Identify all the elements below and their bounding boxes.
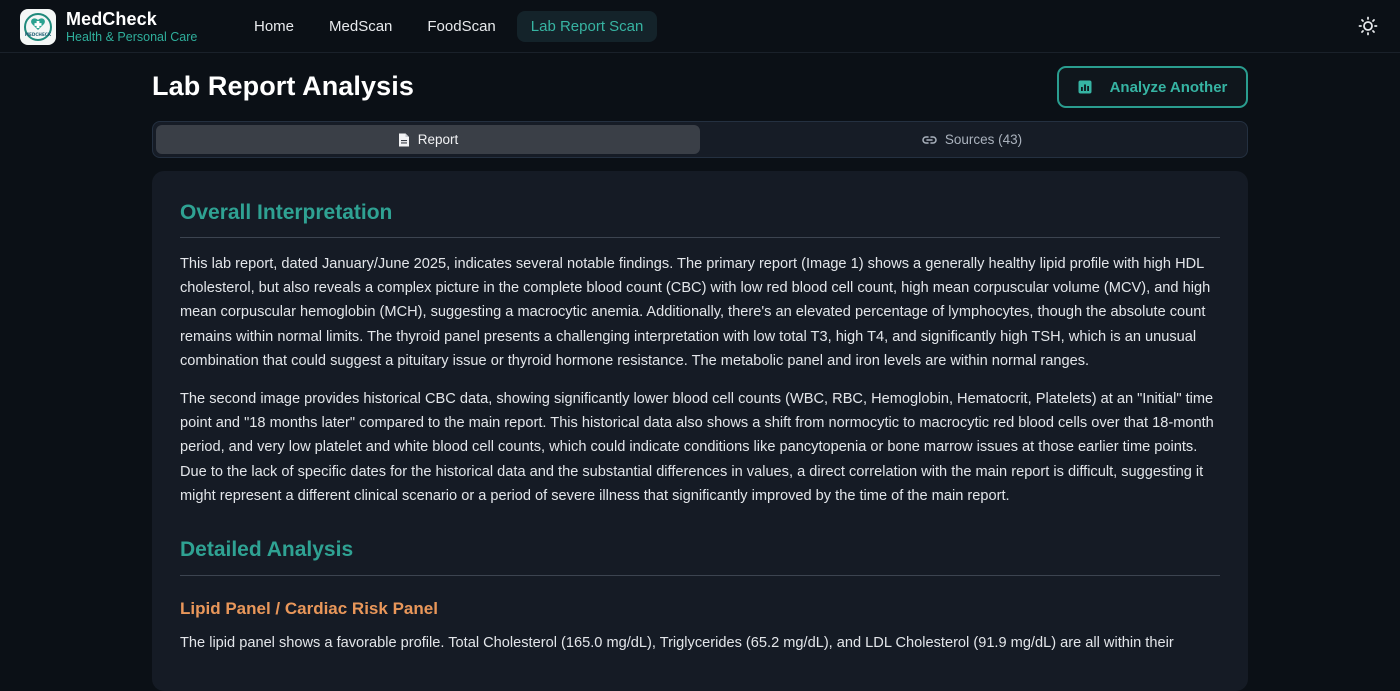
lipid-panel-paragraph: The lipid panel shows a favorable profil…	[180, 635, 1174, 651]
section-divider	[180, 575, 1220, 576]
tab-report[interactable]: Report	[156, 125, 700, 154]
overall-paragraph-2: The second image provides historical CBC…	[180, 391, 1214, 504]
main-nav: Home MedScan FoodScan Lab Report Scan	[240, 11, 664, 42]
svg-text:MEDCHECK: MEDCHECK	[25, 32, 52, 37]
nav-item-lab-report-scan[interactable]: Lab Report Scan	[516, 11, 658, 42]
nav-item-medscan[interactable]: MedScan	[315, 11, 406, 42]
tab-sources[interactable]: Sources (43)	[700, 125, 1244, 154]
top-navigation-bar: MEDCHECK MedCheck Health & Personal Care…	[0, 0, 1400, 53]
nav-item-home[interactable]: Home	[240, 11, 308, 42]
overall-interpretation-heading: Overall Interpretation	[180, 201, 393, 224]
medcheck-logo-icon: MEDCHECK	[20, 9, 56, 45]
page-title: Lab Report Analysis	[152, 71, 414, 101]
lipid-panel-heading: Lipid Panel / Cardiac Risk Panel	[180, 599, 438, 618]
detailed-analysis-heading: Detailed Analysis	[180, 538, 354, 561]
section-divider	[180, 237, 1220, 238]
brand[interactable]: MEDCHECK MedCheck Health & Personal Care	[20, 9, 197, 45]
overall-paragraph-1: This lab report, dated January/June 2025…	[180, 256, 1211, 369]
tab-sources-label: Sources (43)	[944, 132, 1023, 147]
sun-icon	[1358, 16, 1378, 36]
analyze-another-label: Analyze Another	[1109, 78, 1228, 96]
report-tabs: Report Sources (43)	[152, 121, 1248, 158]
report-card: Overall Interpretation This lab report, …	[152, 171, 1248, 691]
chart-icon	[1078, 80, 1092, 94]
theme-toggle-button[interactable]	[1356, 14, 1380, 38]
brand-name: MedCheck	[66, 9, 157, 30]
analyze-another-button[interactable]: Analyze Another	[1057, 66, 1248, 108]
tab-report-label: Report	[417, 132, 459, 147]
nav-item-foodscan[interactable]: FoodScan	[413, 11, 509, 42]
link-icon	[922, 135, 937, 145]
brand-tagline: Health & Personal Care	[66, 30, 198, 45]
document-icon	[398, 133, 410, 147]
